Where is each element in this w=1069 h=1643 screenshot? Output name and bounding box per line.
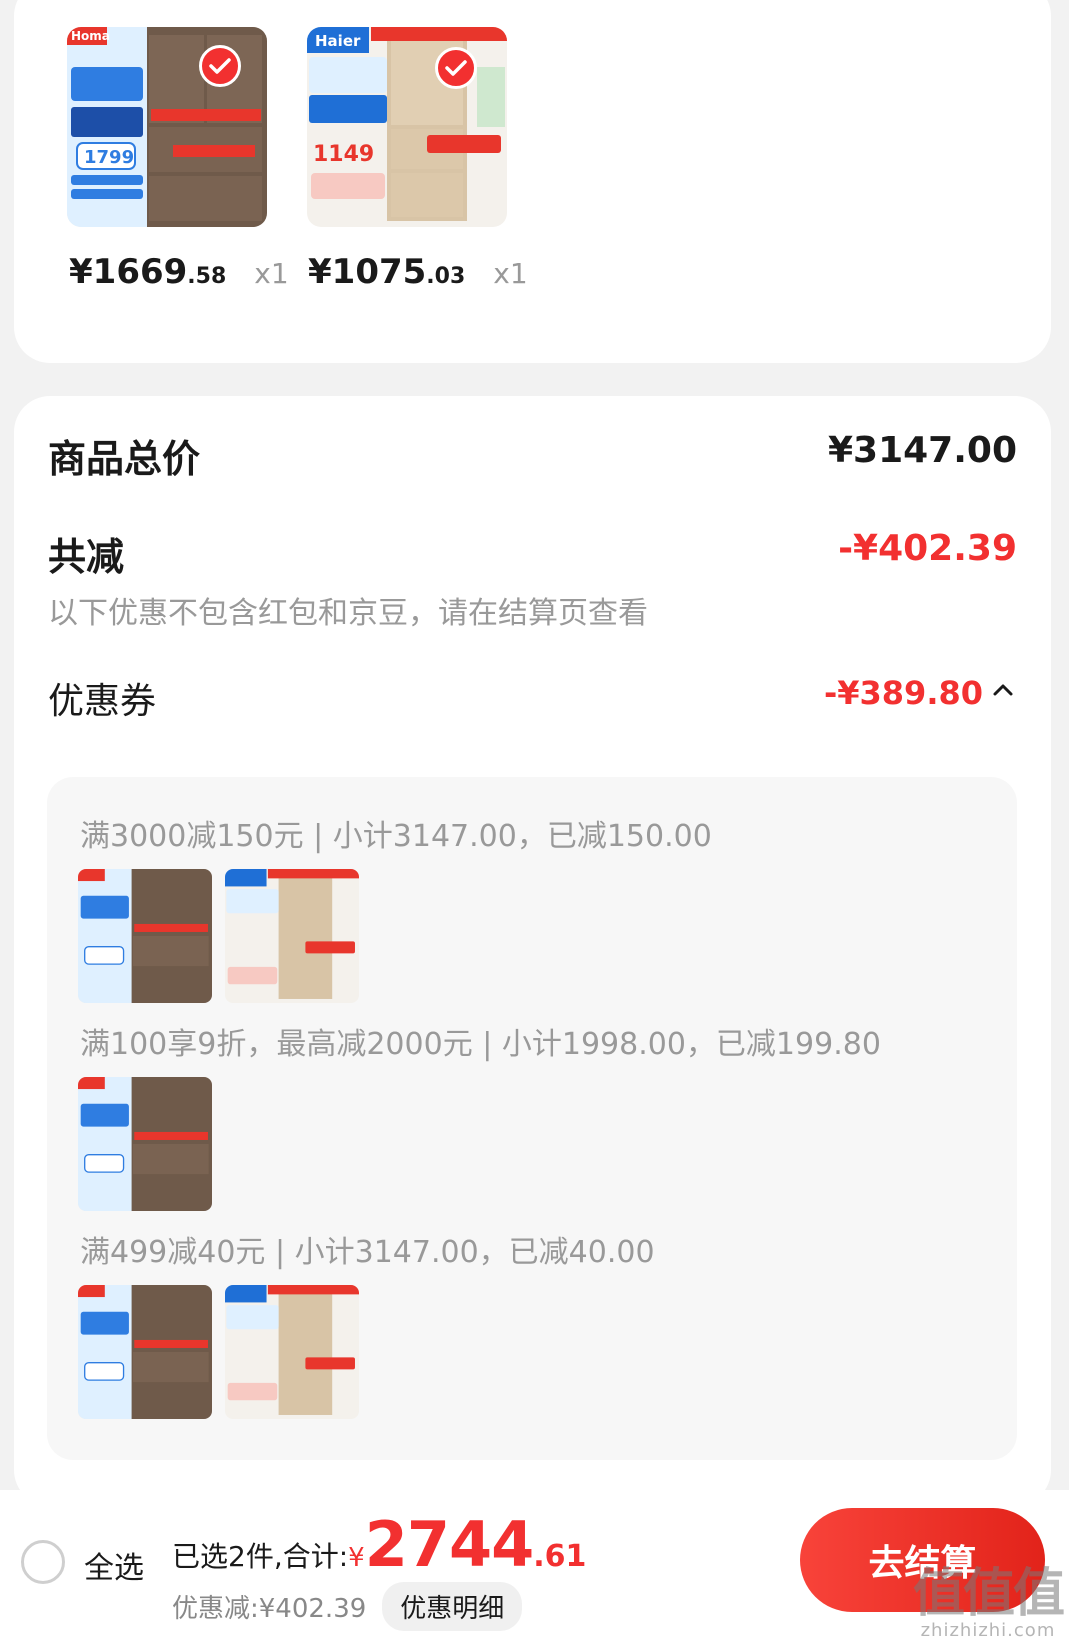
total-amount: 已选2件,合计: ¥ 2744 .61 (172, 1508, 586, 1581)
total-price-label: 商品总价 (48, 437, 201, 481)
price-integer: ¥1669 (69, 252, 188, 292)
homa-promo-price: 1799 (84, 147, 134, 168)
svg-text:Homa: Homa (71, 29, 110, 43)
homa-fridge-image (78, 1285, 212, 1419)
selected-check-icon[interactable] (435, 47, 477, 89)
coupon-detail-panel: 满3000减150元 | 小计3147.00，已减150.00 满100享9折，… (47, 777, 1017, 1460)
discount-detail-button[interactable]: 优惠明细 (382, 1582, 523, 1631)
product-thumb-homa-small (78, 1077, 212, 1211)
price-decimal: .58 (187, 264, 227, 289)
haier-promo-price: 1149 (313, 142, 374, 167)
haier-fridge-image (225, 1285, 359, 1419)
discount-line: 优惠减:¥402.39 优惠明细 (172, 1582, 523, 1631)
product-thumb-haier-small (225, 1285, 359, 1419)
coupon-rule-text: 满100享9折，最高减2000元 | 小计1998.00，已减199.80 (80, 1027, 881, 1062)
total-reduction-value: -¥402.39 (838, 528, 1017, 569)
select-all-label[interactable]: 全选 (84, 1543, 144, 1587)
homa-fridge-image (78, 1077, 212, 1211)
price-integer: ¥1075 (308, 252, 427, 292)
product-thumb-homa-small (78, 1285, 212, 1419)
select-all-radio[interactable] (21, 1540, 65, 1584)
haier-fridge-image: Haier 1149 (307, 27, 507, 227)
price-decimal: .03 (426, 264, 466, 289)
coupon-rule-text: 满3000减150元 | 小计3147.00，已减150.00 (80, 819, 712, 854)
quantity-label: x1 (493, 257, 528, 290)
chevron-up-icon[interactable] (991, 680, 1015, 704)
price-summary-card: 商品总价 ¥3147.00 共减 -¥402.39 以下优惠不包含红包和京豆，请… (14, 396, 1051, 1506)
discount-amount: 优惠减:¥402.39 (172, 1594, 367, 1624)
total-reduction-label: 共减 (48, 535, 125, 579)
checkout-bar: 全选 已选2件,合计: ¥ 2744 .61 优惠减:¥402.39 优惠明细 … (0, 1490, 1069, 1643)
product-thumb-haier-small (225, 869, 359, 1003)
haier-fridge-image (225, 869, 359, 1003)
selected-check-icon[interactable] (199, 45, 241, 87)
selected-count-label: 已选2件,合计: (172, 1540, 349, 1573)
product-thumb-homa-small (78, 869, 212, 1003)
selected-products-card: Homa 1799 Haier 1149 ¥1669 .58 x1 ¥1075 … (14, 0, 1051, 363)
watermark-logo: 值值值 (912, 1564, 1065, 1624)
total-decimal: .61 (533, 1539, 587, 1574)
total-price-value: ¥3147.00 (827, 430, 1017, 471)
product-thumb-homa[interactable]: Homa 1799 (67, 27, 267, 227)
coupon-rule-text: 满499减40元 | 小计3147.00，已减40.00 (80, 1235, 655, 1270)
product-price-haier: ¥1075 .03 x1 (308, 252, 528, 292)
reduction-note: 以下优惠不包含红包和京豆，请在结算页查看 (48, 596, 648, 631)
watermark-url: zhizhizhi.com (920, 1620, 1056, 1641)
coupon-value: -¥389.80 (823, 674, 983, 712)
coupon-label: 优惠券 (48, 681, 157, 722)
total-integer: 2744 (364, 1508, 535, 1581)
product-thumb-haier[interactable]: Haier 1149 (307, 27, 507, 227)
homa-fridge-image (78, 869, 212, 1003)
site-watermark: 值值值 zhizhizhi.com (912, 1564, 1065, 1641)
svg-text:Haier: Haier (315, 32, 361, 50)
product-price-homa: ¥1669 .58 x1 (69, 252, 289, 292)
currency-symbol: ¥ (348, 1543, 365, 1573)
quantity-label: x1 (254, 257, 289, 290)
